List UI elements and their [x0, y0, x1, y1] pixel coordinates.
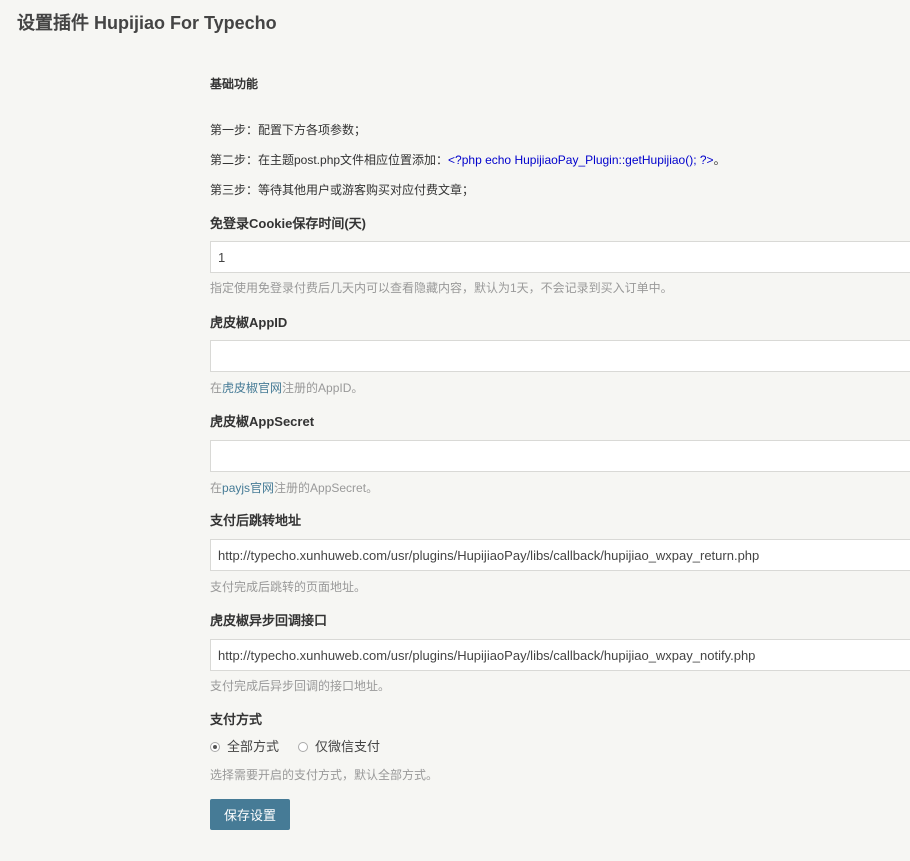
notify-url-input[interactable] — [210, 639, 910, 671]
payjs-site-link[interactable]: payjs官网 — [222, 481, 274, 495]
step-two-code: <?php echo HupijiaoPay_Plugin::getHupiji… — [448, 153, 714, 167]
notify-url-label: 虎皮椒异步回调接口 — [210, 613, 328, 628]
save-settings-button[interactable]: 保存设置 — [210, 799, 290, 830]
appid-description: 在虎皮椒官网注册的AppID。 — [210, 379, 363, 397]
radio-wechat-only-label[interactable]: 仅微信支付 — [315, 737, 380, 757]
cookie-days-input[interactable] — [210, 241, 910, 273]
radio-all-methods[interactable] — [210, 742, 220, 752]
return-url-label: 支付后跳转地址 — [210, 513, 302, 528]
pay-method-options: 全部方式 仅微信支付 — [210, 737, 399, 757]
appid-input[interactable] — [210, 340, 910, 372]
return-url-description: 支付完成后跳转的页面地址。 — [210, 580, 367, 594]
notify-url-description: 支付完成后异步回调的接口地址。 — [210, 679, 391, 693]
step-one: 第一步：配置下方各项参数； — [210, 123, 367, 137]
hupijiao-site-link[interactable]: 虎皮椒官网 — [222, 381, 282, 395]
appsecret-desc-suffix: 注册的AppSecret。 — [274, 481, 379, 495]
step-two: 第二步：在主题post.php文件相应位置添加：<?php echo Hupij… — [210, 151, 726, 169]
cookie-days-description: 指定使用免登录付费后几天内可以查看隐藏内容，默认为1天，不会记录到买入订单中。 — [210, 281, 673, 295]
appsecret-label: 虎皮椒AppSecret — [210, 414, 315, 429]
appid-label: 虎皮椒AppID — [210, 315, 288, 330]
cookie-days-label: 免登录Cookie保存时间(天) — [210, 216, 367, 231]
step-two-prefix: 第二步：在主题post.php文件相应位置添加： — [210, 153, 449, 167]
step-three: 第三步：等待其他用户或游客购买对应付费文章； — [210, 183, 475, 197]
return-url-input[interactable] — [210, 539, 910, 571]
step-two-suffix: 。 — [713, 153, 726, 167]
pay-method-description: 选择需要开启的支付方式，默认全部方式。 — [210, 768, 439, 782]
appsecret-description: 在payjs官网注册的AppSecret。 — [210, 479, 378, 497]
appsecret-input[interactable] — [210, 440, 910, 472]
page-title: 设置插件 Hupijiao For Typecho — [17, 13, 277, 33]
section-title: 基础功能 — [210, 77, 259, 91]
appsecret-desc-prefix: 在 — [210, 481, 223, 495]
radio-all-methods-label[interactable]: 全部方式 — [227, 737, 279, 757]
radio-wechat-only[interactable] — [298, 742, 309, 752]
pay-method-label: 支付方式 — [210, 712, 263, 727]
appid-desc-prefix: 在 — [210, 381, 223, 395]
appid-desc-suffix: 注册的AppID。 — [282, 381, 364, 395]
